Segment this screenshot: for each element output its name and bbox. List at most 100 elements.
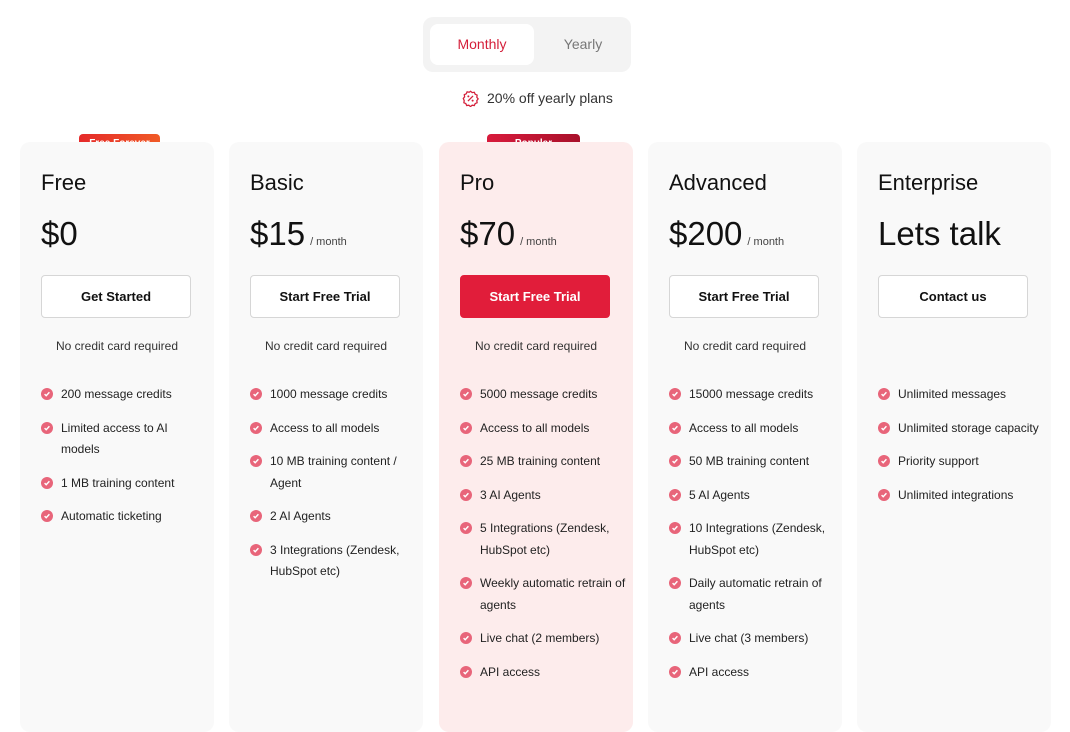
feature-item: API access xyxy=(460,662,628,684)
price-row: $15 / month xyxy=(250,216,347,252)
feature-text: 25 MB training content xyxy=(480,454,601,468)
feature-text: Automatic ticketing xyxy=(61,509,162,523)
feature-list: 5000 message credits Access to all model… xyxy=(460,384,628,695)
no-credit-card-note: No credit card required xyxy=(683,339,807,353)
plan-price: $70 xyxy=(460,215,516,252)
feature-item: Limited access to AI models xyxy=(41,418,209,461)
start-free-trial-button[interactable]: Start Free Trial xyxy=(669,275,819,318)
start-free-trial-button[interactable]: Start Free Trial xyxy=(250,275,400,318)
feature-item: 15000 message credits xyxy=(669,384,837,406)
check-icon xyxy=(878,421,890,434)
feature-item: Access to all models xyxy=(250,418,418,440)
feature-item: API access xyxy=(669,662,837,684)
check-icon xyxy=(460,455,472,467)
plan-price: $15 xyxy=(250,215,306,252)
feature-item: Live chat (2 members) xyxy=(460,628,628,650)
feature-text: 10 MB training content / Agent xyxy=(270,454,397,490)
feature-text: 1 MB training content xyxy=(61,475,175,490)
feature-item: 200 message credits xyxy=(41,384,209,406)
plan-card-advanced: Advanced $200 / month Start Free Trial N… xyxy=(648,142,842,732)
check-icon xyxy=(669,455,681,467)
feature-text: Unlimited integrations xyxy=(898,487,1014,502)
discount-text: 20% off yearly plans xyxy=(487,90,613,106)
feature-text: 1000 message credits xyxy=(270,387,388,401)
feature-item: 50 MB training content xyxy=(669,451,837,473)
plan-card-free: Free $0 Get Started No credit card requi… xyxy=(20,142,214,732)
feature-text: 200 message credits xyxy=(61,387,172,401)
get-started-button[interactable]: Get Started xyxy=(41,275,191,318)
feature-list: 15000 message credits Access to all mode… xyxy=(669,384,837,695)
price-row: $200 / month xyxy=(669,216,784,252)
check-icon xyxy=(250,455,262,467)
discount-note: 20% off yearly plans xyxy=(462,88,613,108)
feature-text: Daily automatic retrain of agents xyxy=(689,576,822,612)
check-icon xyxy=(460,522,472,534)
feature-item: 2 AI Agents xyxy=(250,506,418,528)
feature-text: 10 Integrations (Zendesk, HubSpot etc) xyxy=(689,521,826,557)
feature-item: Unlimited integrations xyxy=(878,485,1046,507)
feature-text: 5000 message credits xyxy=(480,387,598,401)
feature-text: Access to all models xyxy=(480,420,590,435)
feature-item: Priority support xyxy=(878,451,1046,473)
plan-name: Free xyxy=(41,170,87,195)
check-icon xyxy=(41,421,53,434)
price-period: / month xyxy=(747,236,785,248)
check-icon xyxy=(878,388,890,400)
check-icon xyxy=(41,476,53,489)
feature-text: 2 AI Agents xyxy=(270,509,331,523)
check-icon xyxy=(669,388,681,400)
feature-list: Unlimited messages Unlimited storage cap… xyxy=(878,384,1046,518)
check-icon xyxy=(460,488,472,501)
start-free-trial-button[interactable]: Start Free Trial xyxy=(460,275,610,318)
plan-name: Enterprise xyxy=(878,170,979,195)
feature-text: Live chat (2 members) xyxy=(480,631,600,645)
contact-us-button[interactable]: Contact us xyxy=(878,275,1028,318)
feature-text: Limited access to AI models xyxy=(61,420,168,457)
feature-text: 15000 message credits xyxy=(689,387,814,401)
check-icon xyxy=(460,632,472,644)
check-icon xyxy=(460,421,472,434)
no-credit-card-note: No credit card required xyxy=(474,339,598,353)
feature-item: 5 AI Agents xyxy=(669,485,837,507)
feature-text: 50 MB training content xyxy=(689,454,810,468)
feature-item: Weekly automatic retrain of agents xyxy=(460,573,628,616)
check-icon xyxy=(669,632,681,644)
plan-card-enterprise: Enterprise Lets talk Contact us Unlimite… xyxy=(857,142,1051,732)
feature-text: Unlimited storage capacity xyxy=(898,420,1039,435)
feature-list: 1000 message credits Access to all model… xyxy=(250,384,418,595)
feature-item: Live chat (3 members) xyxy=(669,628,837,650)
feature-item: 5000 message credits xyxy=(460,384,628,406)
feature-item: 1000 message credits xyxy=(250,384,418,406)
check-icon xyxy=(878,488,890,501)
feature-text: Access to all models xyxy=(689,420,799,435)
discount-badge-icon xyxy=(462,89,479,107)
plan-name: Pro xyxy=(460,170,495,195)
feature-item: 10 MB training content / Agent xyxy=(250,451,418,494)
feature-text: Live chat (3 members) xyxy=(689,631,809,645)
feature-item: 3 Integrations (Zendesk, HubSpot etc) xyxy=(250,540,418,583)
feature-item: Daily automatic retrain of agents xyxy=(669,573,837,616)
no-credit-card-note: No credit card required xyxy=(55,339,179,353)
feature-text: Access to all models xyxy=(270,420,380,435)
feature-text: 5 Integrations (Zendesk, HubSpot etc) xyxy=(480,521,610,557)
feature-text: 5 AI Agents xyxy=(689,487,750,502)
feature-text: Priority support xyxy=(898,454,979,468)
monthly-tab[interactable]: Monthly xyxy=(430,24,534,65)
check-icon xyxy=(878,455,890,467)
price-row: Lets talk xyxy=(878,216,1001,252)
check-icon xyxy=(460,665,472,678)
feature-text: Weekly automatic retrain of agents xyxy=(480,576,626,612)
plan-price: $0 xyxy=(41,215,78,252)
plan-price: Lets talk xyxy=(878,215,1001,252)
plan-price: $200 xyxy=(669,215,743,252)
feature-item: Unlimited storage capacity xyxy=(878,418,1046,440)
feature-item: Access to all models xyxy=(669,418,837,440)
check-icon xyxy=(250,421,262,434)
plan-name: Advanced xyxy=(669,170,767,195)
price-row: $70 / month xyxy=(460,216,557,252)
check-icon xyxy=(460,388,472,400)
check-icon xyxy=(669,665,681,678)
price-row: $0 xyxy=(41,216,78,252)
yearly-tab[interactable]: Yearly xyxy=(541,24,625,65)
plan-card-pro: Pro $70 / month Start Free Trial No cred… xyxy=(439,142,633,732)
